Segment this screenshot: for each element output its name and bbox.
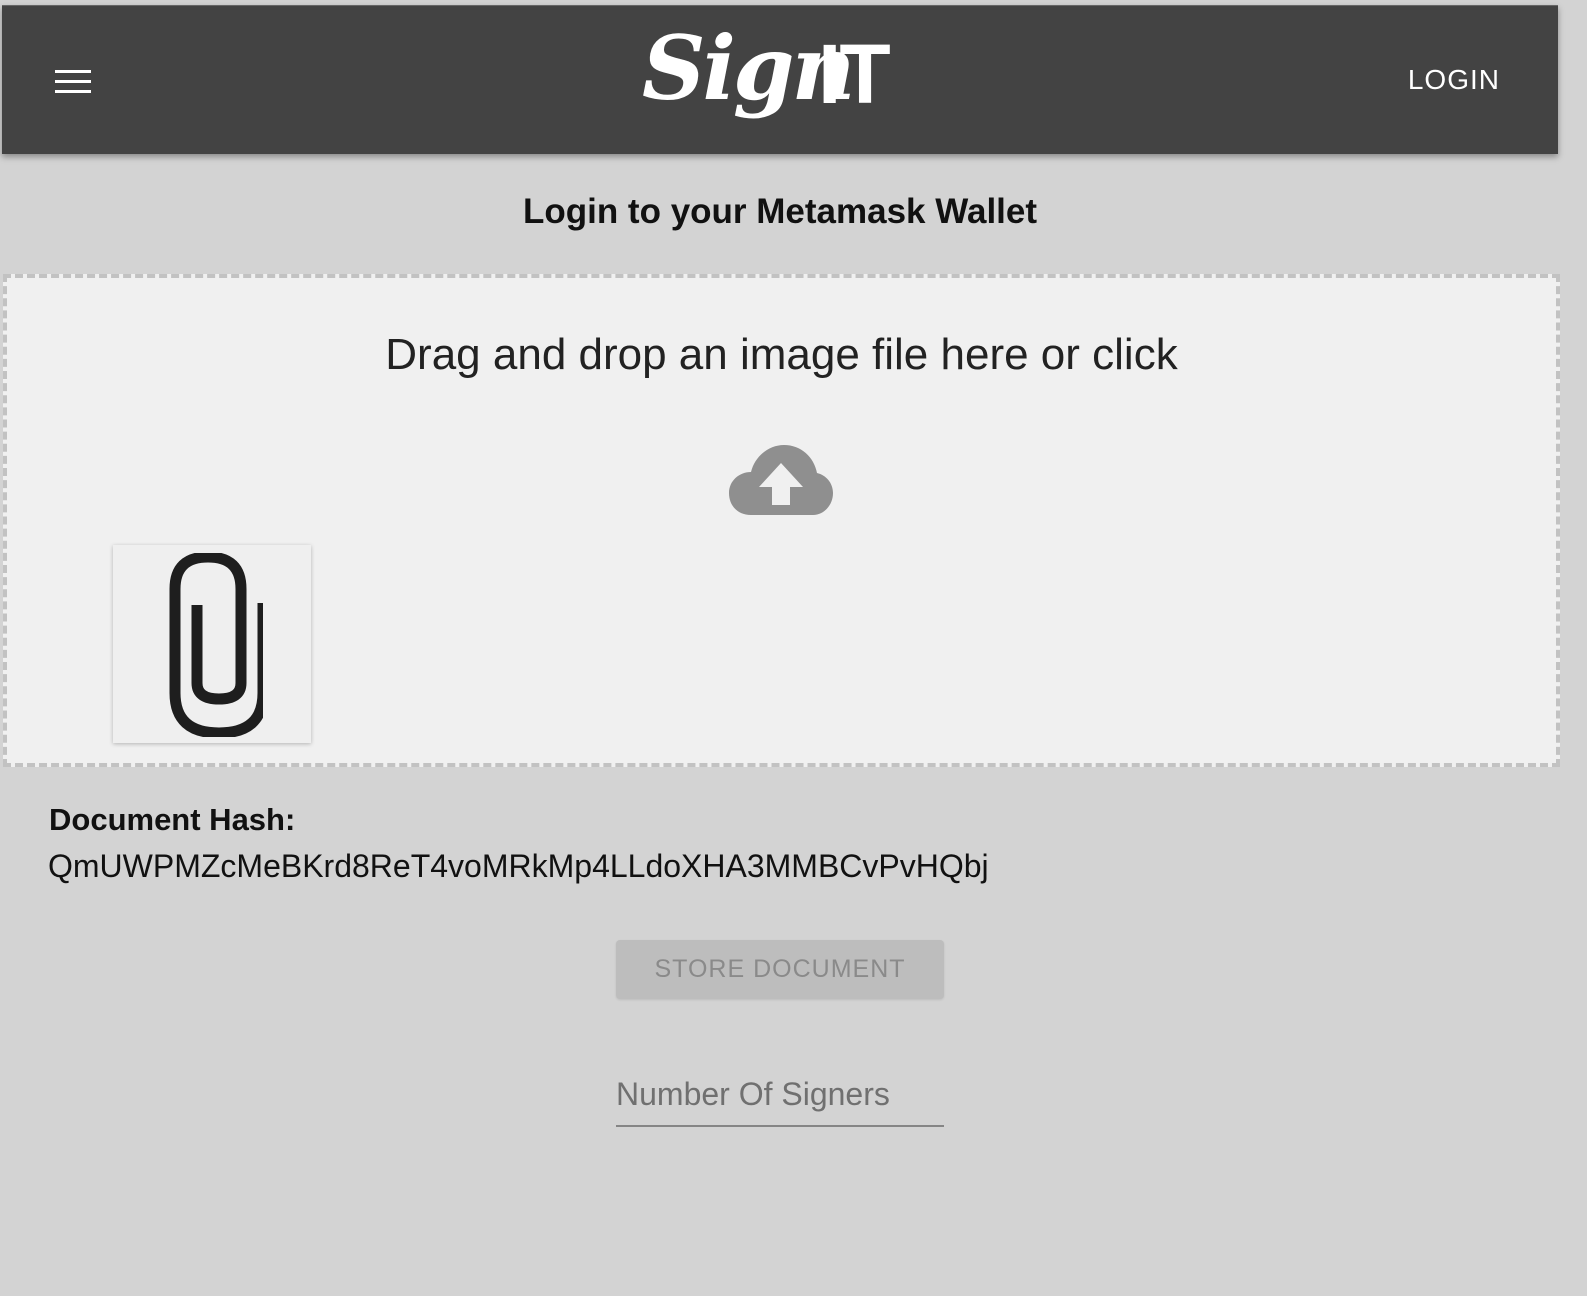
page-title: Login to your Metamask Wallet [522, 192, 1038, 231]
signit-logo: Sign IT [642, 24, 902, 164]
file-dropzone[interactable]: Drag and drop an image file here or clic… [3, 274, 1560, 767]
menu-line [55, 80, 91, 83]
menu-line [55, 90, 91, 93]
dropzone-instructions: Drag and drop an image file here or clic… [385, 330, 1178, 379]
document-hash-value: QmUWPMZcMeBKrd8ReT4voMRkMp4LLdoXHA3MMBCv… [48, 848, 989, 884]
hamburger-menu-icon[interactable] [42, 56, 106, 108]
number-of-signers-input[interactable] [616, 1070, 944, 1118]
paperclip-icon [169, 553, 263, 737]
logo-block-text: IT [818, 27, 891, 121]
uploaded-file-preview[interactable] [113, 545, 311, 743]
login-button[interactable]: LOGIN [1408, 64, 1500, 96]
store-document-button[interactable]: STORE DOCUMENT [616, 940, 944, 999]
menu-line [55, 70, 91, 73]
app-bar: Sign IT LOGIN [2, 5, 1558, 154]
cloud-upload-icon [729, 443, 833, 519]
document-hash-label: Document Hash: [49, 802, 296, 837]
number-of-signers-field[interactable] [616, 1070, 944, 1127]
